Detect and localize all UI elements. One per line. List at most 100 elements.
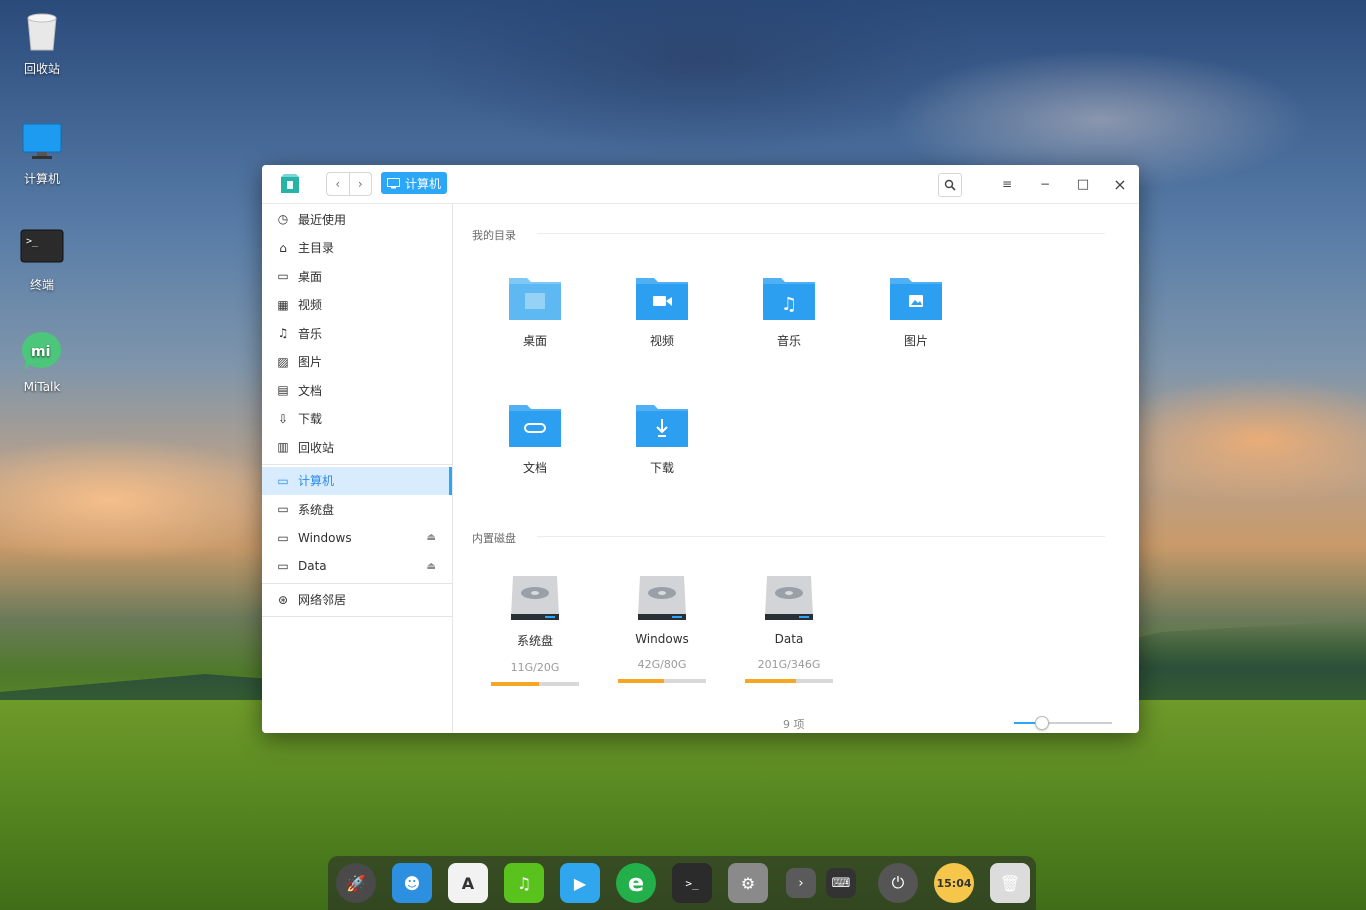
trash-icon (20, 10, 64, 54)
folder-tile-music[interactable]: ♫ 音乐 (734, 274, 844, 349)
menu-button[interactable]: ≡ (996, 173, 1018, 195)
dock-item-settings[interactable]: ⚙ (728, 863, 768, 903)
maximize-button[interactable]: □ (1072, 173, 1094, 195)
disk-usage-text: 42G/80G (637, 658, 687, 671)
download-icon: ⇩ (277, 411, 289, 426)
terminal-icon: >_ (685, 876, 699, 890)
file-manager-icon: ☻ (403, 873, 421, 893)
dock-item-app-store[interactable]: A (448, 863, 488, 903)
dock-item-terminal[interactable]: >_ (672, 863, 712, 903)
sidebar-item-label: 桌面 (298, 269, 323, 284)
desktop-icon-terminal[interactable]: >_ 终端 (0, 226, 84, 293)
search-icon (944, 179, 956, 191)
dock-item-file-manager[interactable]: ☻ (392, 863, 432, 903)
disk-tile-windows[interactable]: Windows 42G/80G (607, 574, 717, 683)
hard-disk-icon (763, 574, 815, 620)
forward-button[interactable]: › (348, 173, 372, 195)
sidebar: ◷ 最近使用 ⌂ 主目录 ▭ 桌面 ▦ 视频 ♫ 音乐 ▨ 图片 ▤ 文档 ⇩ 下载 ▥ 回收站 … (262, 204, 453, 733)
clock-icon: 15:04 (936, 876, 972, 890)
trash-icon: 🗑 (999, 873, 1021, 893)
video-icon: ▦ (277, 297, 289, 312)
disk-tile-data[interactable]: Data 201G/346G (734, 574, 844, 683)
sidebar-item-network[interactable]: ⊛ 网络邻居 (262, 586, 452, 615)
dock-item-clock[interactable]: 15:04 (934, 863, 974, 903)
music-player-icon: ♫ (516, 873, 532, 893)
search-button[interactable] (938, 173, 962, 197)
dock-item-video-player[interactable]: ▶ (560, 863, 600, 903)
dock-item-keyboard[interactable]: ⌨ (826, 868, 856, 898)
computer-icon: ▭ (277, 473, 289, 488)
disk-usage-fill (745, 679, 797, 683)
sidebar-divider (262, 582, 452, 584)
close-button[interactable]: × (1109, 173, 1131, 195)
sidebar-item-trash[interactable]: ▥ 回收站 (262, 433, 452, 462)
disk-usage-text: 11G/20G (510, 661, 560, 674)
launcher-icon: 🚀 (346, 873, 366, 893)
disk-tile-system[interactable]: 系统盘 11G/20G (480, 574, 590, 686)
sidebar-item-desktop[interactable]: ▭ 桌面 (262, 262, 452, 291)
folder-label: 文档 (522, 461, 547, 475)
sidebar-item-label: 计算机 (298, 474, 335, 489)
browser-icon: e (627, 869, 645, 897)
computer-icon (20, 120, 64, 164)
video-player-icon: ▶ (573, 873, 587, 893)
eject-icon[interactable]: ⏏ (427, 561, 436, 572)
eject-icon[interactable]: ⏏ (427, 532, 436, 543)
dock: 🚀 ☻ A ♫ ▶ e >_ ⚙ › ⌨ ⏻ 15:04 🗑 (328, 856, 1036, 910)
dock-item-launcher[interactable]: 🚀 (336, 863, 376, 903)
dock-item-browser[interactable]: e (616, 863, 656, 903)
dock-item-expand-tray[interactable]: › (786, 868, 816, 898)
slider-handle[interactable] (1035, 716, 1050, 730)
desktop-icon-trash[interactable]: 回收站 (0, 10, 84, 77)
folder-tile-pictures[interactable]: 图片 (861, 274, 971, 349)
sidebar-item-documents[interactable]: ▤ 文档 (262, 376, 452, 405)
desktop-icon-label: 计算机 (23, 172, 60, 186)
sidebar-item-home[interactable]: ⌂ 主目录 (262, 234, 452, 263)
sidebar-item-label: 回收站 (298, 440, 335, 455)
folder-label: 音乐 (776, 334, 801, 348)
music-icon: ♫ (277, 326, 289, 341)
icon-size-slider[interactable] (1014, 716, 1112, 730)
disk-usage-fill (491, 682, 540, 686)
disk-usage-bar (745, 679, 833, 683)
sidebar-item-pictures[interactable]: ▨ 图片 (262, 348, 452, 377)
dock-item-music-player[interactable]: ♫ (504, 863, 544, 903)
file-manager-window: ‹ › 计算机 ≡ − □ × ◷ 最近使用 ⌂ 主目录 ▭ 桌面 ▦ 视频 ♫ 音乐 ▨… (262, 165, 1139, 733)
sidebar-item-downloads[interactable]: ⇩ 下载 (262, 405, 452, 434)
music-folder-icon: ♫ (763, 274, 815, 320)
sidebar-item-recent[interactable]: ◷ 最近使用 (262, 205, 452, 234)
folder-tile-desktop[interactable]: 桌面 (480, 274, 590, 349)
minimize-button[interactable]: − (1034, 173, 1056, 195)
sidebar-item-label: 最近使用 (298, 212, 347, 227)
sidebar-item-label: 下载 (298, 412, 323, 427)
folder-label: 下载 (649, 461, 674, 475)
dock-item-trash[interactable]: 🗑 (990, 863, 1030, 903)
desktop-icon-mitalk[interactable]: mi MiTalk (0, 330, 84, 394)
computer-icon (387, 177, 400, 188)
back-button[interactable]: ‹ (327, 173, 349, 195)
titlebar: ‹ › 计算机 ≡ − □ × (262, 165, 1139, 204)
sidebar-item-data[interactable]: ▭ Data ⏏ (262, 552, 452, 581)
desktop-icon-label: MiTalk (23, 380, 61, 394)
terminal-icon: >_ (20, 226, 64, 270)
folder-tile-documents[interactable]: 文档 (480, 401, 590, 476)
breadcrumb-computer[interactable]: 计算机 (381, 172, 448, 194)
disk-usage-bar (491, 682, 579, 686)
keyboard-icon: ⌨ (831, 875, 851, 891)
document-folder-icon (509, 401, 561, 447)
folder-tile-downloads[interactable]: 下载 (607, 401, 717, 476)
sidebar-item-videos[interactable]: ▦ 视频 (262, 291, 452, 320)
sidebar-item-music[interactable]: ♫ 音乐 (262, 319, 452, 348)
network-icon: ⊛ (277, 592, 289, 607)
sidebar-item-computer[interactable]: ▭ 计算机 (262, 466, 452, 495)
app-store-icon: A (461, 873, 475, 893)
expand-tray-icon: › (798, 875, 804, 891)
desktop-icon-computer[interactable]: 计算机 (0, 120, 84, 187)
sidebar-item-system-disk[interactable]: ▭ 系统盘 (262, 495, 452, 524)
dock-item-power[interactable]: ⏻ (878, 863, 918, 903)
sidebar-item-label: Windows (298, 530, 352, 545)
folder-tile-videos[interactable]: 视频 (607, 274, 717, 349)
sidebar-item-label: 音乐 (298, 326, 323, 341)
sidebar-item-windows[interactable]: ▭ Windows ⏏ (262, 524, 452, 553)
disk-usage-bar (618, 679, 706, 683)
